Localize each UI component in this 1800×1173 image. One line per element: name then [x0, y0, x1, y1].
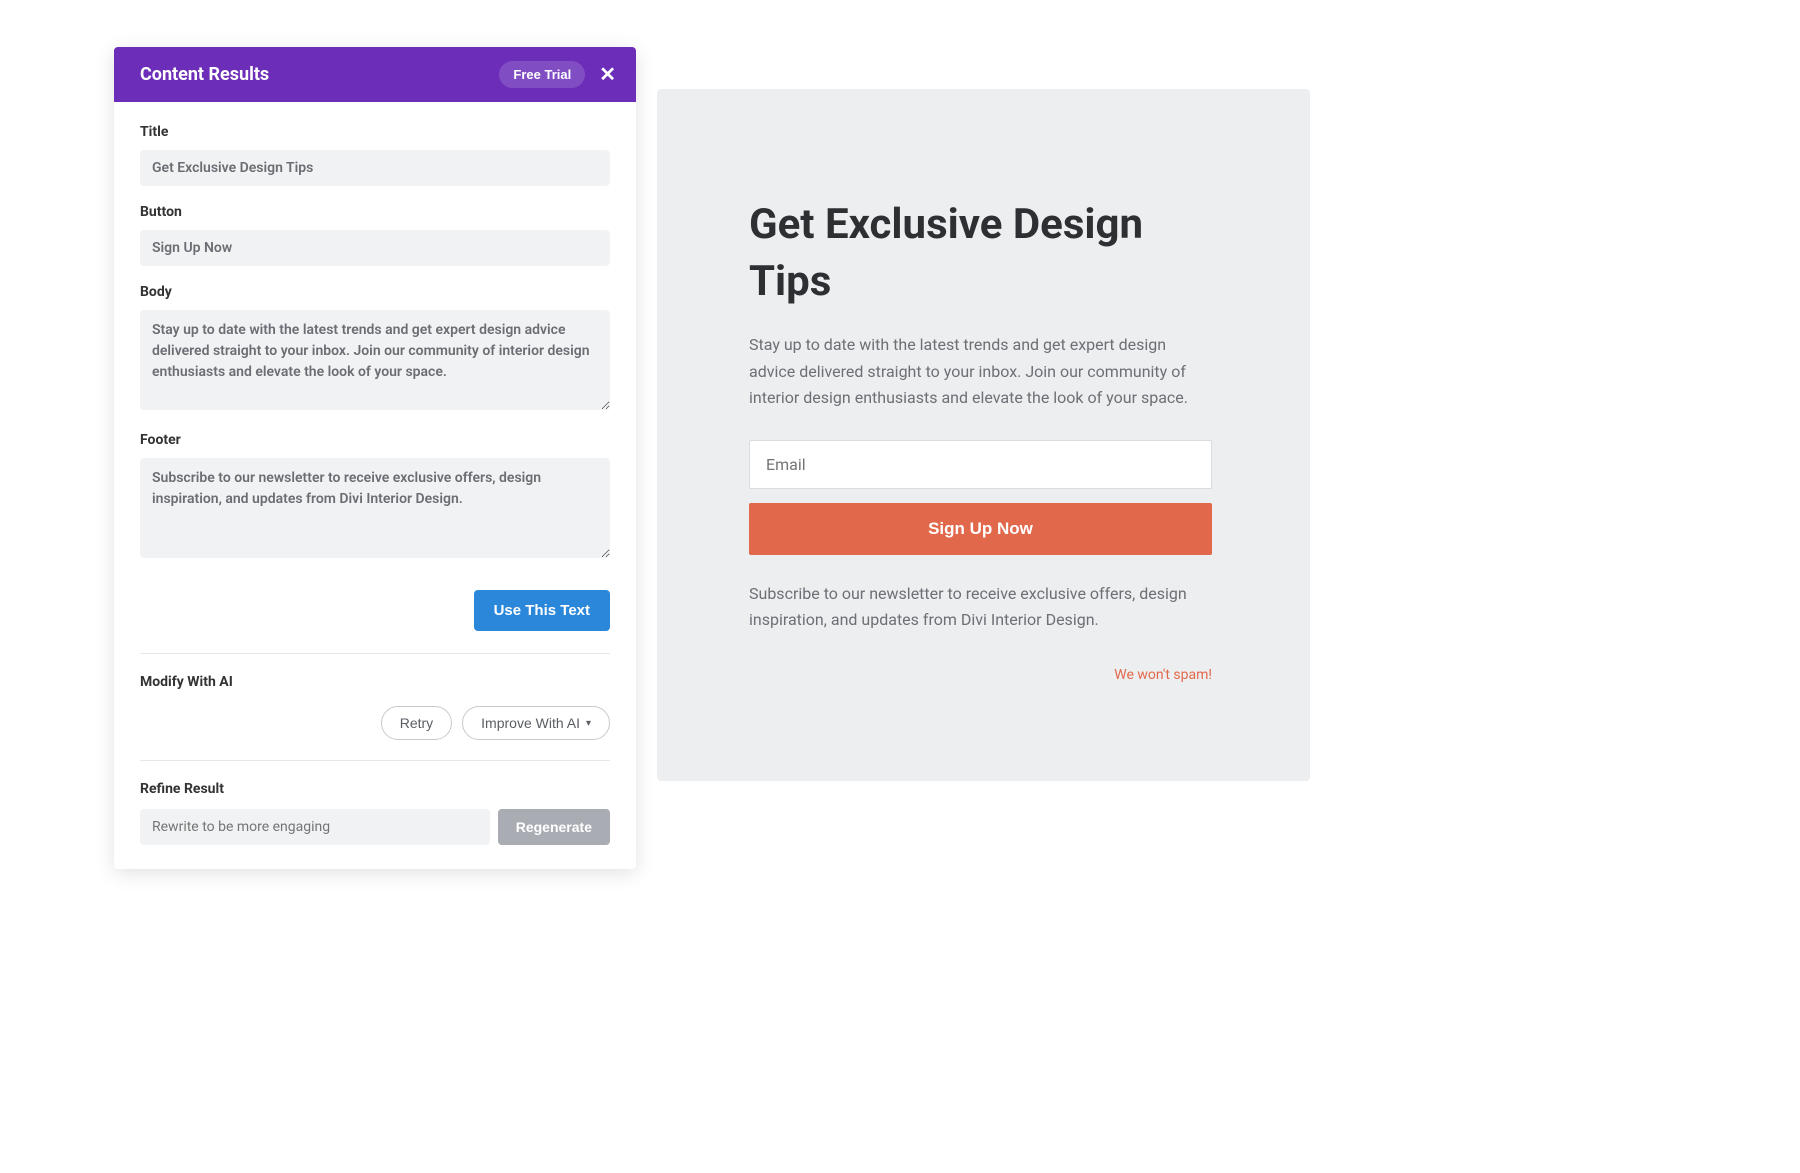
body-textarea[interactable]: [140, 310, 610, 410]
use-this-text-button[interactable]: Use This Text: [474, 590, 610, 631]
modify-row: Retry Improve With AI ▾: [140, 706, 610, 761]
free-trial-button[interactable]: Free Trial: [499, 61, 585, 88]
title-input[interactable]: [140, 150, 610, 186]
refine-input[interactable]: [140, 809, 490, 845]
title-label: Title: [140, 124, 610, 140]
refine-row: Regenerate: [140, 809, 610, 845]
panel-body: Title Button Body Footer Use This Text M…: [114, 102, 636, 869]
footer-textarea[interactable]: [140, 458, 610, 558]
footer-label: Footer: [140, 432, 610, 448]
signup-button[interactable]: Sign Up Now: [749, 503, 1212, 555]
close-icon[interactable]: ✕: [599, 65, 616, 85]
preview-footer: Subscribe to our newsletter to receive e…: [749, 581, 1212, 634]
refine-label: Refine Result: [140, 781, 610, 797]
retry-button[interactable]: Retry: [381, 706, 452, 740]
modify-label: Modify With AI: [140, 674, 610, 690]
email-field[interactable]: [749, 440, 1212, 489]
use-text-row: Use This Text: [140, 590, 610, 654]
preview-pane: Get Exclusive Design Tips Stay up to dat…: [657, 89, 1310, 781]
no-spam-text: We won't spam!: [749, 667, 1212, 683]
panel-header: Content Results Free Trial ✕: [114, 47, 636, 102]
improve-label: Improve With AI: [481, 715, 580, 731]
regenerate-button[interactable]: Regenerate: [498, 809, 610, 845]
content-results-panel: Content Results Free Trial ✕ Title Butto…: [114, 47, 636, 869]
improve-with-ai-button[interactable]: Improve With AI ▾: [462, 706, 610, 740]
panel-title: Content Results: [140, 64, 269, 85]
preview-title: Get Exclusive Design Tips: [749, 197, 1212, 310]
preview-body: Stay up to date with the latest trends a…: [749, 332, 1212, 411]
chevron-down-icon: ▾: [586, 718, 591, 729]
button-label: Button: [140, 204, 610, 220]
header-right: Free Trial ✕: [499, 61, 616, 88]
button-input[interactable]: [140, 230, 610, 266]
body-label: Body: [140, 284, 610, 300]
